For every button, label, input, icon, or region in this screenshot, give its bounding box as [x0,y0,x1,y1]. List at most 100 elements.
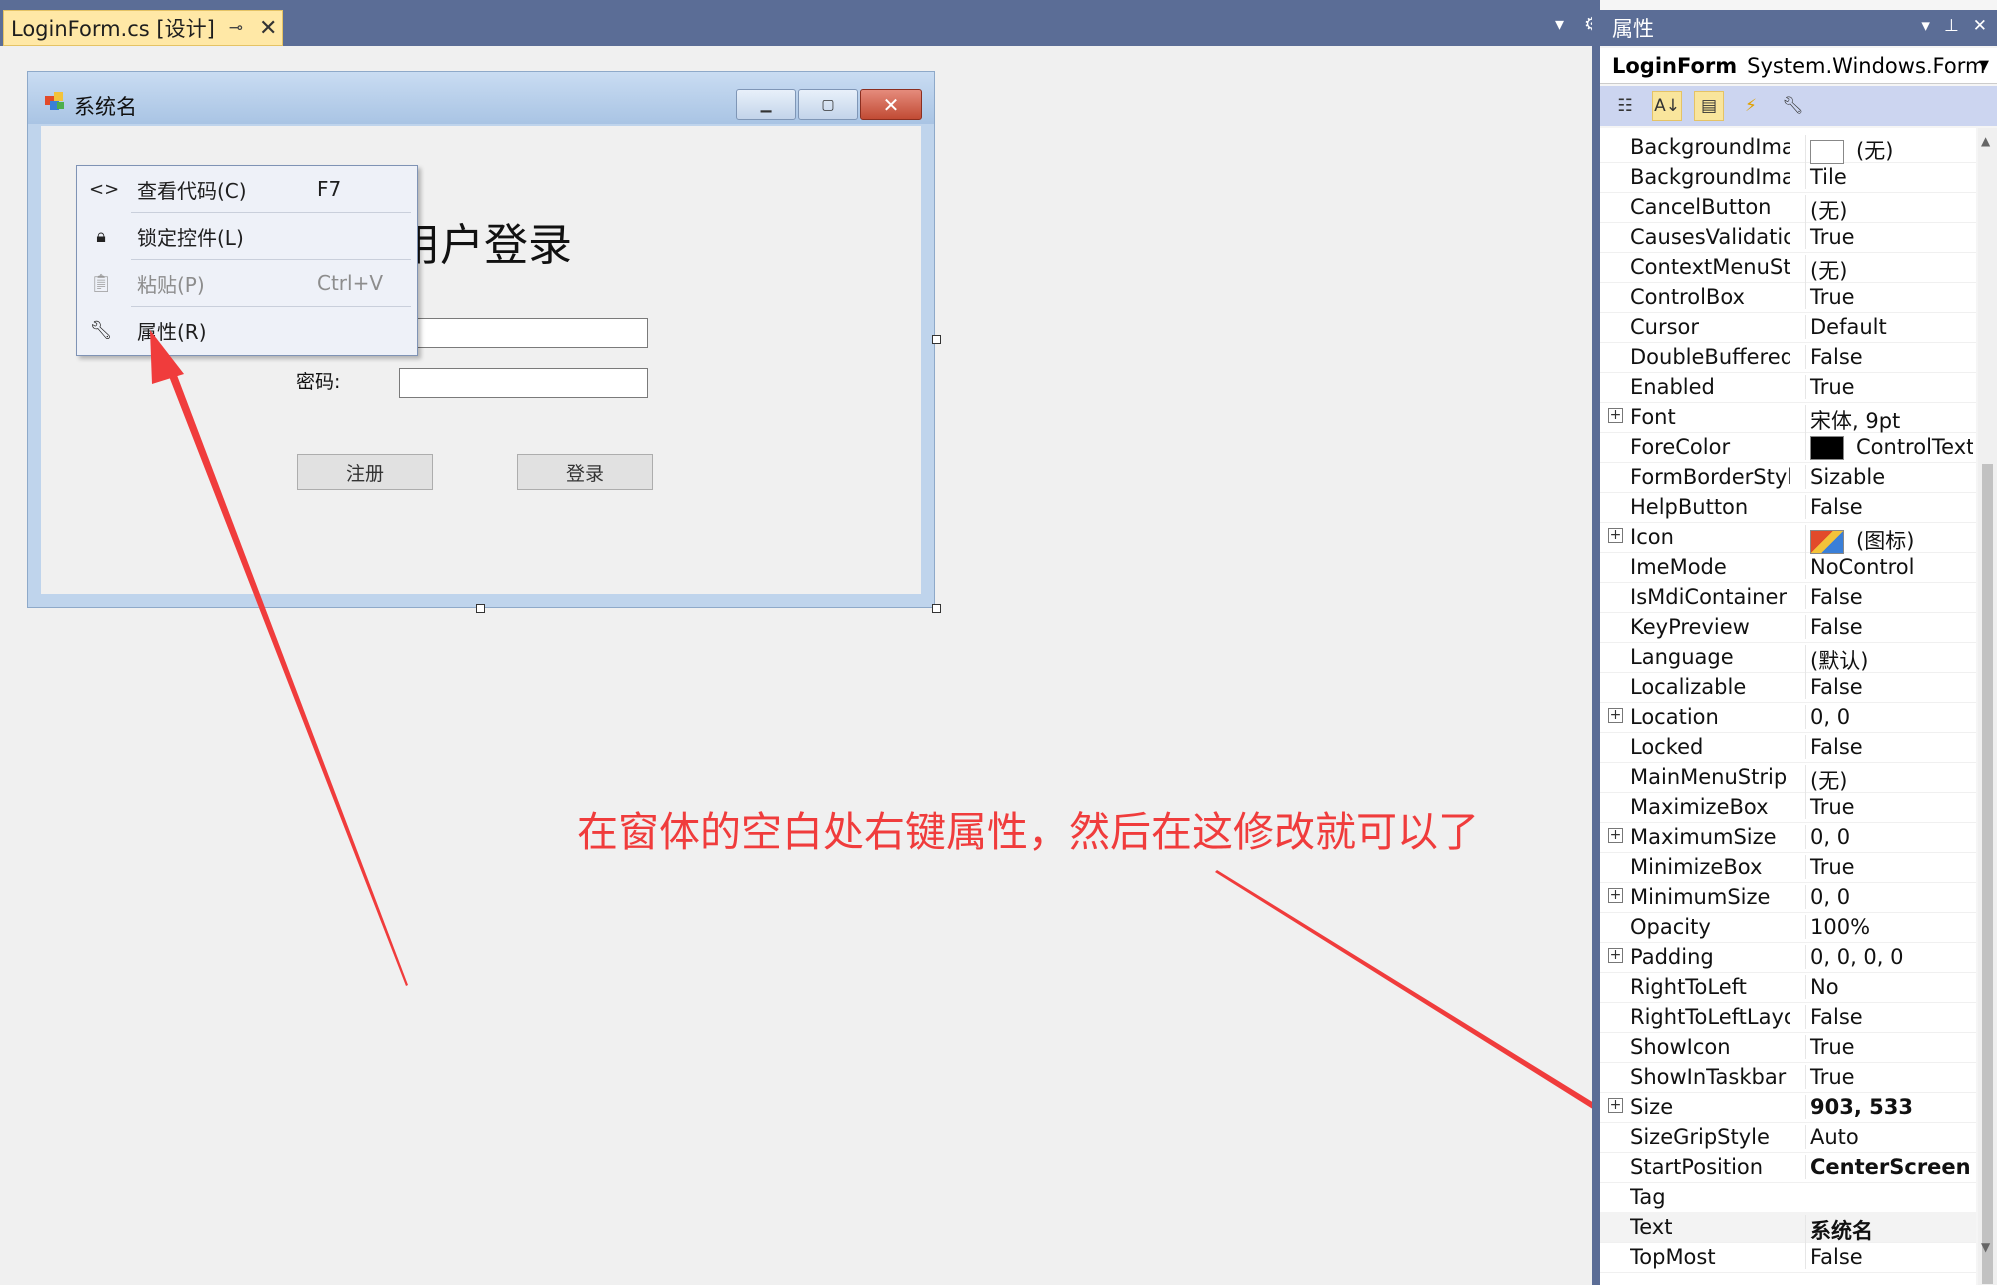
property-value[interactable]: Tile [1805,165,1973,189]
property-value[interactable]: False [1805,615,1973,639]
property-row-controlbox[interactable]: ControlBox True [1600,282,1976,313]
property-row-showicon[interactable]: ShowIcon True [1600,1032,1976,1063]
events-icon[interactable]: ⚡ [1736,91,1766,121]
close-button[interactable]: ✕ [860,89,922,120]
password-input[interactable] [399,368,648,398]
expand-icon[interactable]: + [1608,708,1623,723]
property-value[interactable]: False [1805,675,1973,699]
property-value[interactable]: (无) [1805,195,1973,225]
login-button[interactable]: 登录 [517,454,653,490]
property-value[interactable]: ControlText [1805,435,1973,460]
form-titlebar[interactable]: 系统名 ▁ ▢ ✕ [28,72,934,124]
property-row-showintaskbar[interactable]: ShowInTaskbar True [1600,1062,1976,1093]
property-value[interactable]: False [1805,1005,1973,1029]
property-row-icon[interactable]: + Icon (图标) [1600,522,1976,555]
property-row-maximumsize[interactable]: + MaximumSize 0, 0 [1600,822,1976,853]
maximize-button[interactable]: ▢ [798,89,858,120]
property-value[interactable]: False [1805,735,1973,759]
scroll-down-icon[interactable]: ▼ [1981,1240,1990,1254]
property-value[interactable]: NoControl [1805,555,1973,579]
property-value[interactable]: True [1805,1035,1973,1059]
property-value[interactable]: (无) [1805,135,1973,165]
property-row-minimumsize[interactable]: + MinimumSize 0, 0 [1600,882,1976,913]
expand-icon[interactable]: + [1608,888,1623,903]
property-value[interactable]: False [1805,495,1973,519]
resize-handle-corner[interactable] [932,604,941,613]
property-value[interactable]: Sizable [1805,465,1973,489]
property-row-doublebuffered[interactable]: DoubleBuffered False [1600,342,1976,373]
property-value[interactable]: 0, 0 [1805,825,1973,849]
property-row-maximizebox[interactable]: MaximizeBox True [1600,792,1976,823]
property-value[interactable]: (图标) [1805,525,1973,555]
dropdown-icon[interactable]: ▾ [1921,16,1930,36]
property-row-ismdicontainer[interactable]: IsMdiContainer False [1600,582,1976,613]
property-row-righttoleftlayout[interactable]: RightToLeftLayout False [1600,1002,1976,1033]
property-row-causesvalidation[interactable]: CausesValidation True [1600,222,1976,253]
property-value[interactable]: True [1805,795,1973,819]
property-value[interactable]: (无) [1805,255,1973,285]
property-row-locked[interactable]: Locked False [1600,732,1976,763]
scroll-thumb[interactable] [1982,464,1993,1284]
property-pages-icon[interactable]: 🔧︎ [1778,91,1808,121]
expand-icon[interactable]: + [1608,528,1623,543]
property-row-cancelbutton[interactable]: CancelButton (无) [1600,192,1976,225]
property-value[interactable]: 0, 0 [1805,885,1973,909]
property-row-righttoleft[interactable]: RightToLeft No [1600,972,1976,1003]
dropdown-icon[interactable]: ▾ [1555,14,1564,35]
resize-handle-right[interactable] [932,335,941,344]
property-row-imemode[interactable]: ImeMode NoControl [1600,552,1976,583]
property-value[interactable]: No [1805,975,1973,999]
expand-icon[interactable]: + [1608,828,1623,843]
property-value[interactable]: Auto [1805,1125,1973,1149]
property-row-backgroundimagelayout[interactable]: BackgroundImageLayout Tile [1600,162,1976,193]
pin-icon[interactable]: ⊥ [1944,16,1959,36]
property-row-localizable[interactable]: Localizable False [1600,672,1976,703]
menu-item-view-code[interactable]: <> 查看代码(C) F7 [77,166,417,212]
expand-icon[interactable]: + [1608,1098,1623,1113]
property-value[interactable]: Default [1805,315,1973,339]
chevron-down-icon[interactable]: ▼ [1979,58,1989,73]
property-value[interactable]: False [1805,345,1973,369]
property-value[interactable]: False [1805,1245,1973,1269]
alphabetical-icon[interactable]: A↓ [1652,91,1682,121]
property-value[interactable]: (默认) [1805,645,1973,675]
property-row-enabled[interactable]: Enabled True [1600,372,1976,403]
property-grid-scrollbar[interactable]: ▲ ▼ [1978,128,1997,1285]
property-row-text[interactable]: Text 系统名 [1600,1212,1976,1245]
scroll-up-icon[interactable]: ▲ [1981,134,1990,148]
property-value[interactable]: 903, 533 [1805,1095,1973,1119]
property-value[interactable]: True [1805,375,1973,399]
property-row-backgroundimage[interactable]: BackgroundImage (无) [1600,132,1976,165]
property-value[interactable]: True [1805,285,1973,309]
property-row-minimizebox[interactable]: MinimizeBox True [1600,852,1976,883]
property-value[interactable]: (无) [1805,765,1973,795]
object-selector[interactable]: LoginForm System.Windows.Form ▼ [1600,48,1997,84]
property-row-font[interactable]: + Font 宋体, 9pt [1600,402,1976,435]
menu-item-paste[interactable]: 📋︎ 粘贴(P) Ctrl+V [77,260,417,306]
property-row-helpbutton[interactable]: HelpButton False [1600,492,1976,523]
property-row-location[interactable]: + Location 0, 0 [1600,702,1976,733]
property-row-formborderstyle[interactable]: FormBorderStyle Sizable [1600,462,1976,493]
menu-item-lock-controls[interactable]: 🔒︎ 锁定控件(L) [77,213,417,259]
expand-icon[interactable]: + [1608,408,1623,423]
property-row-padding[interactable]: + Padding 0, 0, 0, 0 [1600,942,1976,973]
property-row-forecolor[interactable]: ForeColor ControlText [1600,432,1976,463]
property-value[interactable]: 系统名 [1805,1215,1973,1245]
menu-item-properties[interactable]: 🔧︎ 属性(R) [77,307,417,353]
property-value[interactable]: 0, 0, 0, 0 [1805,945,1973,969]
property-row-sizegripstyle[interactable]: SizeGripStyle Auto [1600,1122,1976,1153]
document-tab[interactable]: LoginForm.cs [设计] ⊸ ✕ [3,10,283,46]
pin-icon[interactable]: ⊸ [229,18,243,38]
close-icon[interactable]: ✕ [259,16,277,41]
close-icon[interactable]: ✕ [1973,16,1987,36]
property-row-cursor[interactable]: Cursor Default [1600,312,1976,343]
username-input[interactable] [399,318,648,348]
resize-handle-bottom[interactable] [476,604,485,613]
property-row-tag[interactable]: Tag [1600,1182,1976,1213]
property-value[interactable]: True [1805,225,1973,249]
property-row-keypreview[interactable]: KeyPreview False [1600,612,1976,643]
categorized-icon[interactable]: ☷ [1610,91,1640,121]
property-value[interactable]: True [1805,855,1973,879]
property-value[interactable]: True [1805,1065,1973,1089]
property-value[interactable]: 宋体, 9pt [1805,405,1973,435]
